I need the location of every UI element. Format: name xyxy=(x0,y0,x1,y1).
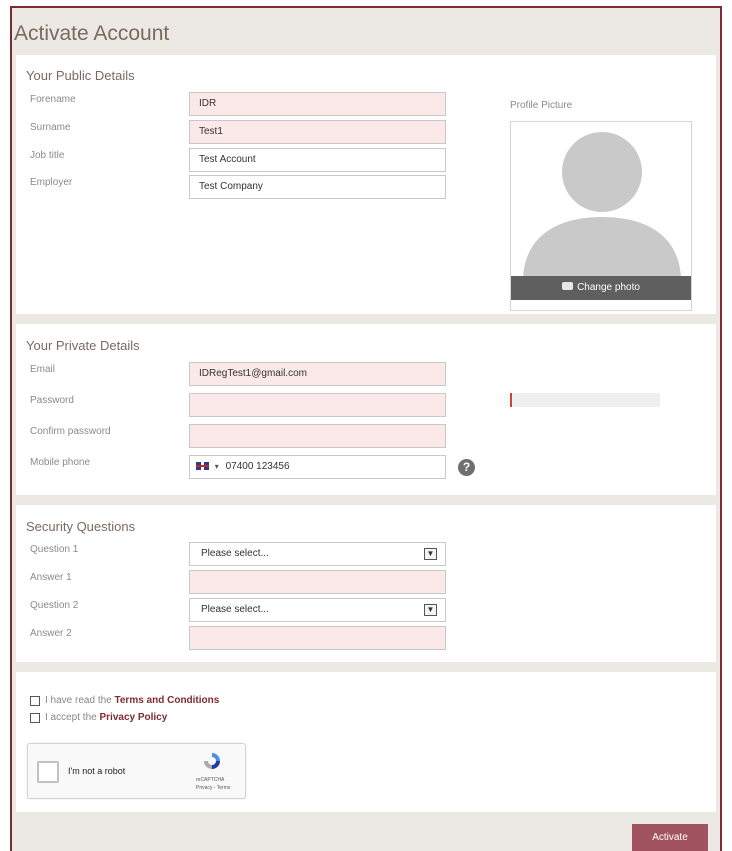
recaptcha-logo-icon xyxy=(204,753,220,769)
answer-1-label: Answer 1 xyxy=(30,572,72,583)
recaptcha-brand: reCAPTCHA xyxy=(196,777,225,783)
job-title-label: Job title xyxy=(30,150,65,161)
section-title-public: Your Public Details xyxy=(26,68,135,83)
help-icon[interactable]: ? xyxy=(458,459,475,476)
question-1-select[interactable]: Please select... ▼ xyxy=(189,542,446,566)
terms-checkbox[interactable] xyxy=(30,696,40,706)
activate-account-form: Activate Account Your Public Details For… xyxy=(10,6,722,851)
uk-flag-icon[interactable] xyxy=(196,462,209,470)
password-input[interactable] xyxy=(189,393,446,417)
section-divider xyxy=(16,662,716,672)
surname-input[interactable]: Test1 xyxy=(189,120,446,144)
privacy-text: I accept the Privacy Policy xyxy=(45,712,167,723)
section-divider xyxy=(16,495,716,505)
mobile-phone-label: Mobile phone xyxy=(30,457,91,468)
question-1-label: Question 1 xyxy=(30,544,79,555)
recaptcha-label: I'm not a robot xyxy=(68,766,126,776)
answer-2-label: Answer 2 xyxy=(30,628,72,639)
terms-prefix: I have read the xyxy=(45,695,115,706)
answer-1-input[interactable] xyxy=(189,570,446,594)
employer-input[interactable]: Test Company xyxy=(189,175,446,199)
public-details-section: Your Public Details Forename IDR Surname… xyxy=(16,55,716,314)
profile-picture[interactable]: Change photo xyxy=(510,121,692,311)
password-label: Password xyxy=(30,395,74,406)
change-photo-label: Change photo xyxy=(577,282,640,293)
section-divider xyxy=(16,314,716,324)
chevron-down-icon[interactable]: ▼ xyxy=(424,604,437,616)
forename-input[interactable]: IDR xyxy=(189,92,446,116)
question-2-label: Question 2 xyxy=(30,600,79,611)
password-strength-meter xyxy=(510,393,660,407)
confirm-password-input[interactable] xyxy=(189,424,446,448)
privacy-checkbox[interactable] xyxy=(30,713,40,723)
section-title-security: Security Questions xyxy=(26,519,136,534)
surname-label: Surname xyxy=(30,122,71,133)
section-title-private: Your Private Details xyxy=(26,338,140,353)
recaptcha-checkbox[interactable] xyxy=(37,761,59,783)
answer-2-input[interactable] xyxy=(189,626,446,650)
private-details-section: Your Private Details Email IDRegTest1@gm… xyxy=(16,324,716,495)
mobile-phone-value: 07400 123456 xyxy=(225,461,290,472)
privacy-prefix: I accept the xyxy=(45,712,100,723)
camera-icon xyxy=(562,282,574,291)
profile-picture-label: Profile Picture xyxy=(510,100,573,111)
agreements-section: I have read the Terms and Conditions I a… xyxy=(16,672,716,812)
confirm-password-label: Confirm password xyxy=(30,426,111,437)
employer-label: Employer xyxy=(30,177,73,188)
security-questions-section: Security Questions Question 1 Please sel… xyxy=(16,505,716,662)
recaptcha-links[interactable]: Privacy - Terms xyxy=(196,785,230,791)
job-title-input[interactable]: Test Account xyxy=(189,148,446,172)
country-dropdown-icon[interactable]: ▾ xyxy=(215,462,219,471)
question-2-value: Please select... xyxy=(201,604,269,615)
change-photo-button[interactable]: Change photo xyxy=(511,276,691,300)
terms-link[interactable]: Terms and Conditions xyxy=(115,695,220,706)
email-input[interactable]: IDRegTest1@gmail.com xyxy=(189,362,446,386)
email-label: Email xyxy=(30,364,56,375)
privacy-link[interactable]: Privacy Policy xyxy=(99,712,167,723)
chevron-down-icon[interactable]: ▼ xyxy=(424,548,437,560)
activate-button[interactable]: Activate xyxy=(632,824,708,851)
page-title: Activate Account xyxy=(14,22,170,45)
terms-text: I have read the Terms and Conditions xyxy=(45,695,219,706)
question-1-value: Please select... xyxy=(201,548,269,559)
recaptcha-widget: I'm not a robot reCAPTCHA Privacy - Term… xyxy=(27,743,246,799)
mobile-phone-input[interactable]: ▾ 07400 123456 xyxy=(189,455,446,479)
forename-label: Forename xyxy=(30,94,76,105)
question-2-select[interactable]: Please select... ▼ xyxy=(189,598,446,622)
